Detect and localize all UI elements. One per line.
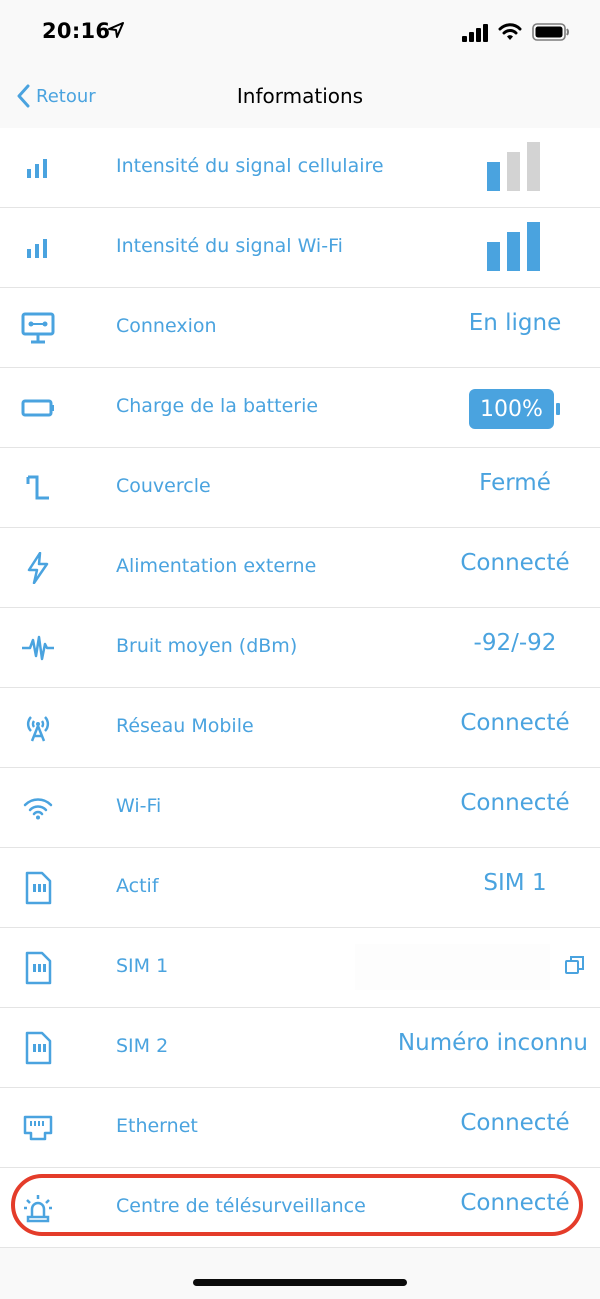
row-value: Connecté <box>460 1190 570 1216</box>
wifi-strength-indicator <box>487 222 540 271</box>
battery-tip <box>556 403 560 415</box>
row-value: -92/-92 <box>473 630 557 656</box>
sim-card-icon <box>18 950 58 986</box>
sim-card-icon <box>18 870 58 906</box>
row-label: SIM 2 <box>116 1035 169 1057</box>
battery-icon <box>18 390 58 426</box>
row-label: Alimentation externe <box>116 555 317 577</box>
signal-bars-icon <box>18 150 58 186</box>
list-item-cellular-signal: Intensité du signal cellulaire <box>0 128 600 208</box>
sim-card-icon <box>18 1030 58 1066</box>
list-item-actif: Actif SIM 1 <box>0 848 600 928</box>
cellular-strength-indicator <box>487 142 540 191</box>
list-item-ethernet: Ethernet Connecté <box>0 1088 600 1168</box>
row-label: Centre de télésurveillance <box>116 1195 366 1217</box>
row-value: Numéro inconnu <box>397 1030 588 1056</box>
cellular-signal-icon <box>462 24 488 42</box>
list-item-battery: Charge de la batterie 100% <box>0 368 600 448</box>
list-item-centre-telesurveillance: Centre de télésurveillance Connecté <box>0 1168 600 1248</box>
row-value: En ligne <box>468 310 562 336</box>
status-time: 20:16 <box>42 19 111 43</box>
row-label: Bruit moyen (dBm) <box>116 635 298 657</box>
list-item-connexion: Connexion En ligne <box>0 288 600 368</box>
row-label: Intensité du signal Wi-Fi <box>116 235 343 257</box>
alarm-siren-icon <box>18 1190 58 1226</box>
row-value: Connecté <box>460 550 570 576</box>
list-item-bruit-moyen: Bruit moyen (dBm) -92/-92 <box>0 608 600 688</box>
row-label: Charge de la batterie <box>116 395 319 417</box>
row-value: SIM 1 <box>483 870 547 896</box>
list-item-reseau-mobile: Réseau Mobile Connecté <box>0 688 600 768</box>
antenna-icon <box>18 710 58 746</box>
location-arrow-icon <box>108 22 124 38</box>
list-item-sim1: SIM 1 <box>0 928 600 1008</box>
status-bar: 20:16 <box>0 0 600 64</box>
navigation-bar: Retour Informations <box>0 64 600 129</box>
wifi-status-icon <box>498 23 522 40</box>
list-item-couvercle: Couvercle Fermé <box>0 448 600 528</box>
list-item-wifi: Wi-Fi Connecté <box>0 768 600 848</box>
row-label: Wi-Fi <box>116 795 162 817</box>
wifi-icon <box>18 790 58 826</box>
row-value: Fermé <box>479 470 551 496</box>
row-label: Couvercle <box>116 475 211 497</box>
list-item-alimentation-externe: Alimentation externe Connecté <box>0 528 600 608</box>
signal-bars-icon <box>18 230 58 266</box>
sim1-number-field <box>355 944 550 990</box>
ethernet-port-icon <box>18 1110 58 1146</box>
row-value: Connecté <box>460 1110 570 1136</box>
row-label: Connexion <box>116 315 217 337</box>
row-label: Intensité du signal cellulaire <box>116 155 384 177</box>
home-indicator <box>193 1279 407 1286</box>
network-monitor-icon <box>18 310 58 346</box>
row-label: Réseau Mobile <box>116 715 254 737</box>
row-value: Connecté <box>460 790 570 816</box>
lid-icon <box>18 470 58 506</box>
copy-icon[interactable] <box>564 954 586 976</box>
page-title: Informations <box>236 84 364 108</box>
battery-level-badge: 100% <box>469 389 554 429</box>
row-label: SIM 1 <box>116 955 169 977</box>
waveform-icon <box>18 630 58 666</box>
row-label: Ethernet <box>116 1115 198 1137</box>
row-value: Connecté <box>460 710 570 736</box>
list-item-sim2: SIM 2 Numéro inconnu <box>0 1008 600 1088</box>
info-list: Intensité du signal cellulaire Intensité… <box>0 128 600 1248</box>
row-label: Actif <box>116 875 159 897</box>
list-item-wifi-signal: Intensité du signal Wi-Fi <box>0 208 600 288</box>
battery-status-icon <box>532 23 569 41</box>
lightning-icon <box>18 550 58 586</box>
